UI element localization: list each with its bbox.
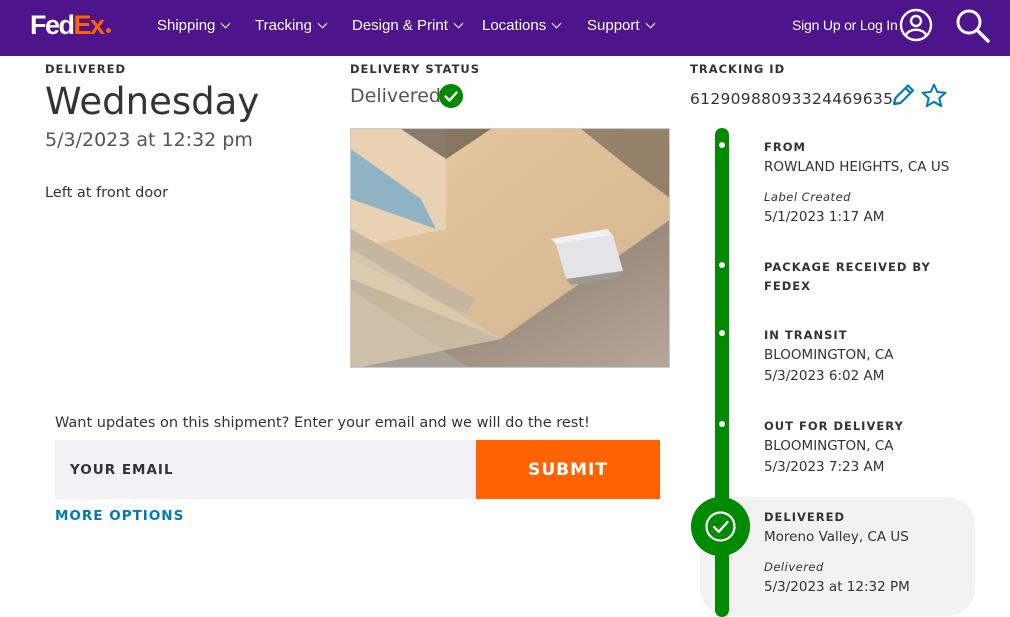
delivery-status-label: DELIVERY STATUS: [350, 62, 481, 76]
timeline-out-label: OUT FOR DELIVERY: [764, 419, 904, 433]
tracking-number: 612909880933244696​35: [690, 90, 894, 108]
nav-tracking[interactable]: Tracking: [255, 17, 328, 35]
nav-shipping-label: Shipping: [157, 17, 216, 34]
email-input[interactable]: [55, 440, 476, 499]
timeline-dot: [719, 421, 725, 427]
nav-shipping[interactable]: Shipping: [157, 17, 231, 35]
delivery-status-value: Delivered: [350, 85, 441, 107]
timeline-label-created-time: 5/1/2023 1:17 AM: [764, 209, 885, 225]
timeline-delivered-time: 5/3/2023 at 12:32 PM: [764, 579, 910, 595]
chevron-down-icon: [551, 18, 562, 29]
nav-support[interactable]: Support: [587, 17, 655, 35]
star-icon[interactable]: [920, 82, 948, 110]
timeline-label-created: Label Created: [764, 190, 851, 204]
timeline-transit-label: IN TRANSIT: [764, 328, 848, 342]
timeline-transit-time: 5/3/2023 6:02 AM: [764, 368, 885, 384]
nav-locations[interactable]: Locations: [482, 17, 562, 35]
chevron-down-icon: [453, 18, 464, 29]
chevron-down-icon: [317, 18, 328, 29]
sign-in-link[interactable]: Sign Up or Log In: [792, 17, 898, 33]
timeline-received-label-line1: PACKAGE RECEIVED BY: [764, 260, 931, 274]
nav-tracking-label: Tracking: [255, 17, 312, 34]
delivered-check-icon: [691, 497, 750, 556]
timeline-transit-location: BLOOMINGTON, CA: [764, 347, 894, 363]
tracking-id-label: TRACKING ID: [690, 62, 786, 76]
timeline-delivered-location: Moreno Valley, CA US: [764, 529, 909, 545]
delivery-photo-image: [351, 129, 669, 367]
logo-dot: [105, 28, 111, 33]
delivery-datetime: 5/3/2023 at 12:32 pm: [45, 129, 253, 151]
fedex-logo[interactable]: FedEx: [30, 10, 111, 40]
timeline-out-location: BLOOMINGTON, CA: [764, 438, 894, 454]
nav-locations-label: Locations: [482, 17, 547, 34]
submit-button[interactable]: SUBMIT: [476, 440, 660, 499]
timeline-received-label-line2: FEDEX: [764, 279, 811, 293]
delivery-note: Left at front door: [45, 185, 169, 201]
more-options-link[interactable]: MORE OPTIONS: [55, 508, 184, 524]
nav-design-print-label: Design & Print: [352, 17, 448, 34]
nav-design-print[interactable]: Design & Print: [352, 17, 464, 35]
logo-ex: Ex: [73, 10, 106, 40]
user-icon[interactable]: [899, 8, 933, 42]
email-updates-prompt: Want updates on this shipment? Enter you…: [55, 415, 590, 431]
timeline-from-label: FROM: [764, 140, 806, 154]
chevron-down-icon: [645, 18, 655, 29]
timeline-out-time: 5/3/2023 7:23 AM: [764, 459, 885, 475]
timeline-delivered-label: DELIVERED: [764, 510, 846, 524]
timeline-dot: [719, 330, 725, 336]
delivery-photo[interactable]: [350, 128, 670, 368]
timeline-dot: [719, 262, 725, 268]
timeline-dot: [719, 142, 725, 148]
nav-support-label: Support: [587, 17, 640, 34]
logo-fed: Fed: [30, 10, 75, 40]
delivered-label: DELIVERED: [45, 62, 127, 76]
timeline-delivered-status: Delivered: [764, 560, 824, 574]
check-circle-icon: [439, 84, 463, 108]
chevron-down-icon: [220, 18, 231, 29]
search-icon[interactable]: [955, 8, 991, 44]
top-nav: FedEx Shipping Tracking Design & Print L…: [0, 0, 1010, 56]
timeline-from-location: ROWLAND HEIGHTS, CA US: [764, 159, 950, 175]
pencil-icon[interactable]: [889, 82, 917, 110]
delivery-day: Wednesday: [45, 80, 260, 123]
